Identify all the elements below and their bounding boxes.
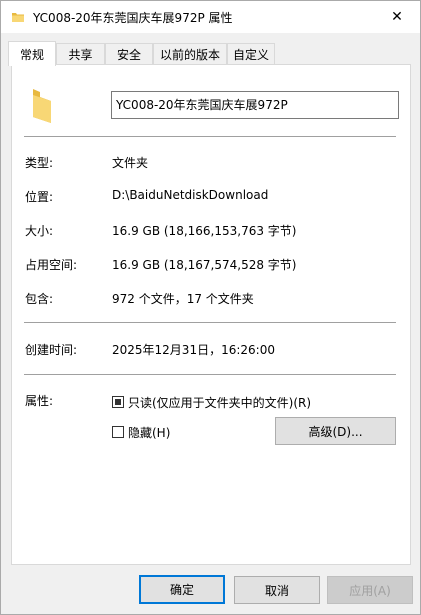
tab-sharing-label: 共享 [68, 48, 93, 62]
type-value: 文件夹 [112, 156, 149, 170]
tab-customize-label: 自定义 [232, 48, 269, 62]
contains-value: 972 个文件，17 个文件夹 [112, 292, 254, 306]
general-panel: YC008-20年东莞国庆车展972P 类型: 文件夹 位置: D:\Baidu… [11, 64, 411, 565]
created-value: 2025年12月31日，16:26:00 [112, 343, 275, 357]
tab-sharing[interactable]: 共享 [56, 43, 105, 65]
tab-previous-versions[interactable]: 以前的版本 [153, 43, 227, 65]
tab-strip: 常规 共享 安全 以前的版本 自定义 [1, 41, 420, 66]
divider [24, 374, 396, 375]
divider [24, 136, 396, 137]
tab-general[interactable]: 常规 [8, 41, 56, 66]
close-icon: ✕ [391, 9, 403, 25]
folder-name-input[interactable]: YC008-20年东莞国庆车展972P [111, 91, 399, 119]
location-value: D:\BaiduNetdiskDownload [112, 188, 269, 202]
close-button[interactable]: ✕ [374, 1, 420, 33]
tab-security-label: 安全 [116, 48, 141, 62]
title-bar: YC008-20年东莞国庆车展972P 属性 ✕ [1, 1, 420, 33]
tab-general-label: 常规 [19, 47, 44, 62]
size-on-disk-value: 16.9 GB (18,167,574,528 字节) [112, 258, 297, 272]
created-label: 创建时间: [25, 343, 78, 357]
window-title: YC008-20年东莞国庆车展972P 属性 [33, 11, 233, 25]
size-value: 16.9 GB (18,166,153,763 字节) [112, 224, 297, 238]
advanced-button-label: 高级(D)... [308, 424, 363, 439]
apply-button-label: 应用(A) [349, 583, 391, 598]
advanced-button[interactable]: 高级(D)... [275, 417, 396, 445]
hidden-label[interactable]: 隐藏(H) [128, 424, 170, 441]
hidden-checkbox[interactable] [112, 426, 124, 438]
divider [24, 322, 396, 323]
folder-icon [31, 87, 53, 125]
contains-label: 包含: [25, 292, 54, 306]
type-label: 类型: [25, 156, 54, 170]
size-label: 大小: [25, 224, 54, 238]
ok-button[interactable]: 确定 [139, 575, 225, 604]
tab-security[interactable]: 安全 [105, 43, 153, 65]
ok-button-label: 确定 [169, 583, 194, 597]
cancel-button-label: 取消 [264, 583, 289, 598]
readonly-label[interactable]: 只读(仅应用于文件夹中的文件)(R) [128, 394, 311, 411]
readonly-checkbox[interactable] [112, 396, 124, 408]
apply-button: 应用(A) [327, 576, 413, 604]
properties-dialog: YC008-20年东莞国庆车展972P 属性 ✕ 常规 共享 安全 以前的版本 … [0, 0, 421, 615]
location-label: 位置: [25, 190, 54, 204]
folder-icon [11, 10, 25, 24]
size-on-disk-label: 占用空间: [25, 258, 78, 272]
attributes-label: 属性: [25, 394, 54, 408]
tab-customize[interactable]: 自定义 [227, 43, 275, 65]
tab-previous-versions-label: 以前的版本 [159, 48, 220, 62]
cancel-button[interactable]: 取消 [234, 576, 320, 604]
